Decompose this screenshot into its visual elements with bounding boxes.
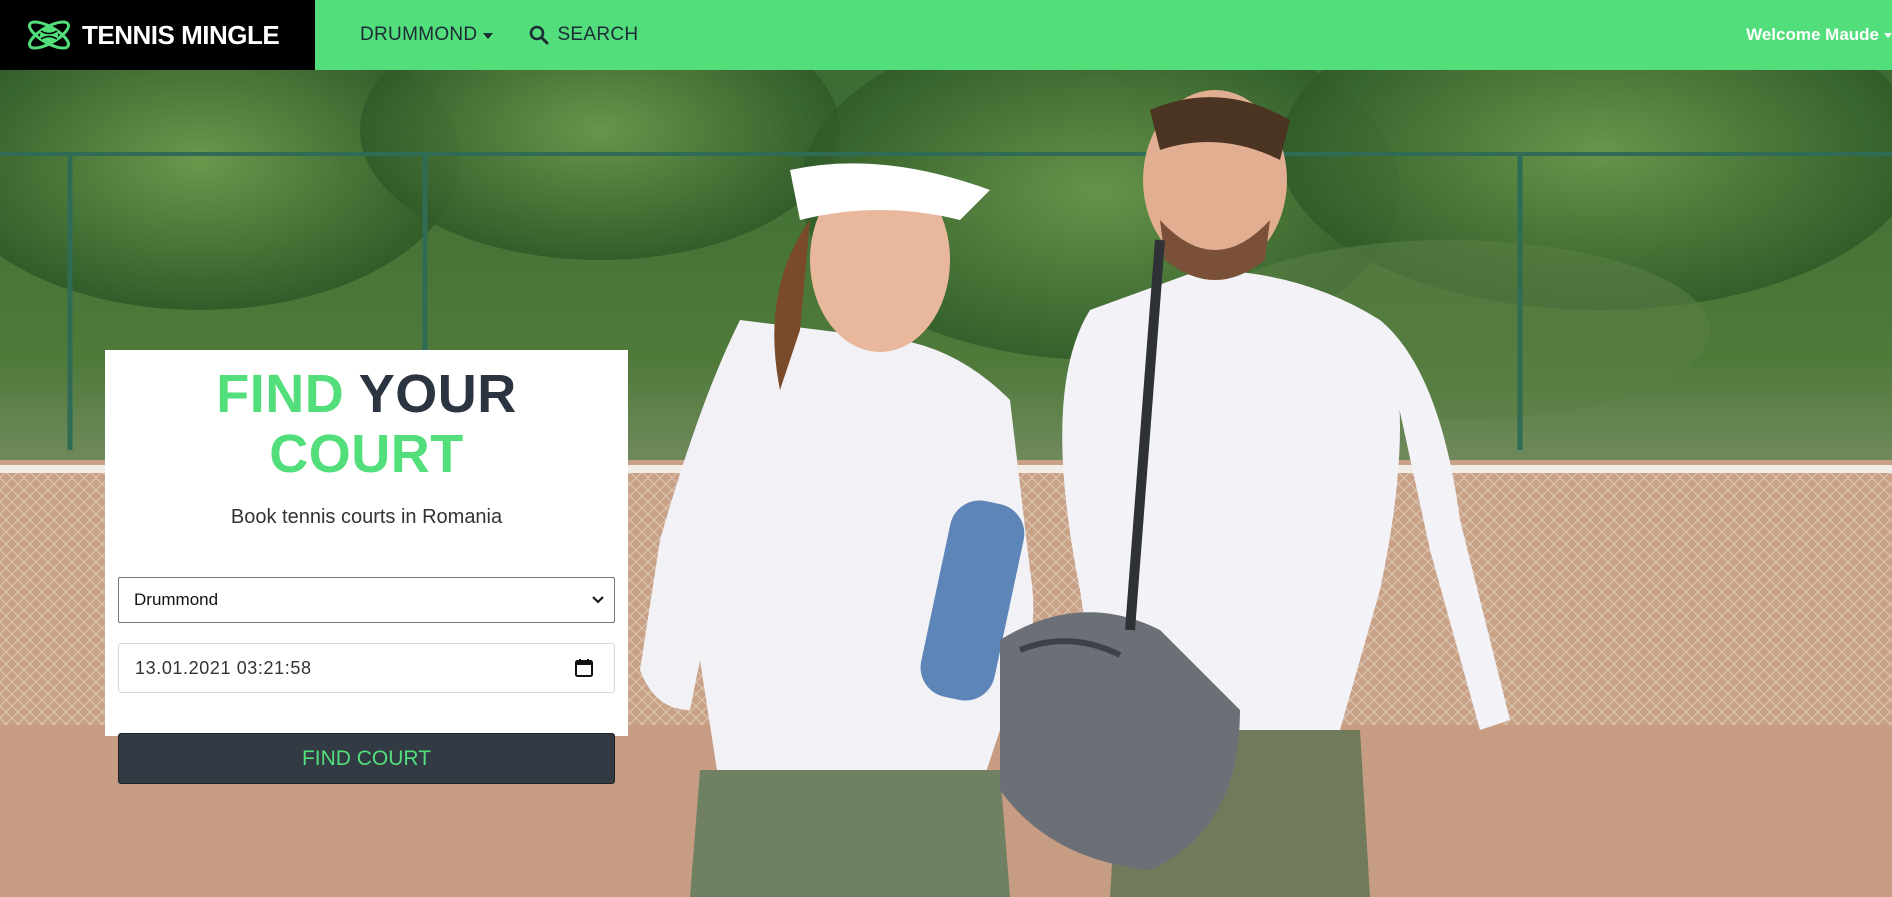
card-subtitle: Book tennis courts in Romania: [230, 506, 503, 528]
caret-down-icon: [1884, 32, 1892, 38]
user-menu-dropdown[interactable]: Welcome Maude: [1746, 0, 1892, 70]
caret-down-icon: [483, 33, 494, 39]
top-navbar: TENNIS MINGLE DRUMMOND SEARCH Welcome Ma…: [0, 0, 1892, 70]
find-court-button[interactable]: FIND COURT: [118, 733, 615, 784]
calendar-icon[interactable]: [574, 658, 594, 678]
location-dropdown-label: DRUMMOND: [360, 24, 478, 45]
title-part-your: YOUR: [358, 364, 517, 424]
location-select[interactable]: Drummond: [118, 577, 615, 623]
chevron-down-icon: [592, 596, 604, 604]
tennis-ball-atom-icon: [24, 14, 74, 56]
location-select-value: Drummond: [134, 590, 219, 609]
hero-banner: FIND YOUR COURT Book tennis courts in Ro…: [0, 70, 1892, 897]
find-court-card: FIND YOUR COURT Book tennis courts in Ro…: [105, 350, 628, 784]
title-part-court: COURT: [269, 424, 464, 484]
search-link-label: SEARCH: [557, 24, 639, 45]
location-dropdown[interactable]: DRUMMOND: [360, 24, 494, 46]
datetime-input[interactable]: 13.01.2021 03:21:58: [118, 643, 615, 693]
datetime-input-value: 13.01.2021 03:21:58: [135, 657, 312, 678]
search-icon: [530, 25, 549, 45]
welcome-label: Welcome Maude: [1746, 25, 1879, 44]
title-part-find: FIND: [216, 364, 345, 424]
search-link[interactable]: SEARCH: [529, 24, 638, 46]
brand-name: TENNIS MINGLE: [82, 19, 280, 50]
card-title: FIND YOUR COURT: [118, 364, 615, 484]
brand-logo[interactable]: TENNIS MINGLE: [0, 0, 315, 70]
